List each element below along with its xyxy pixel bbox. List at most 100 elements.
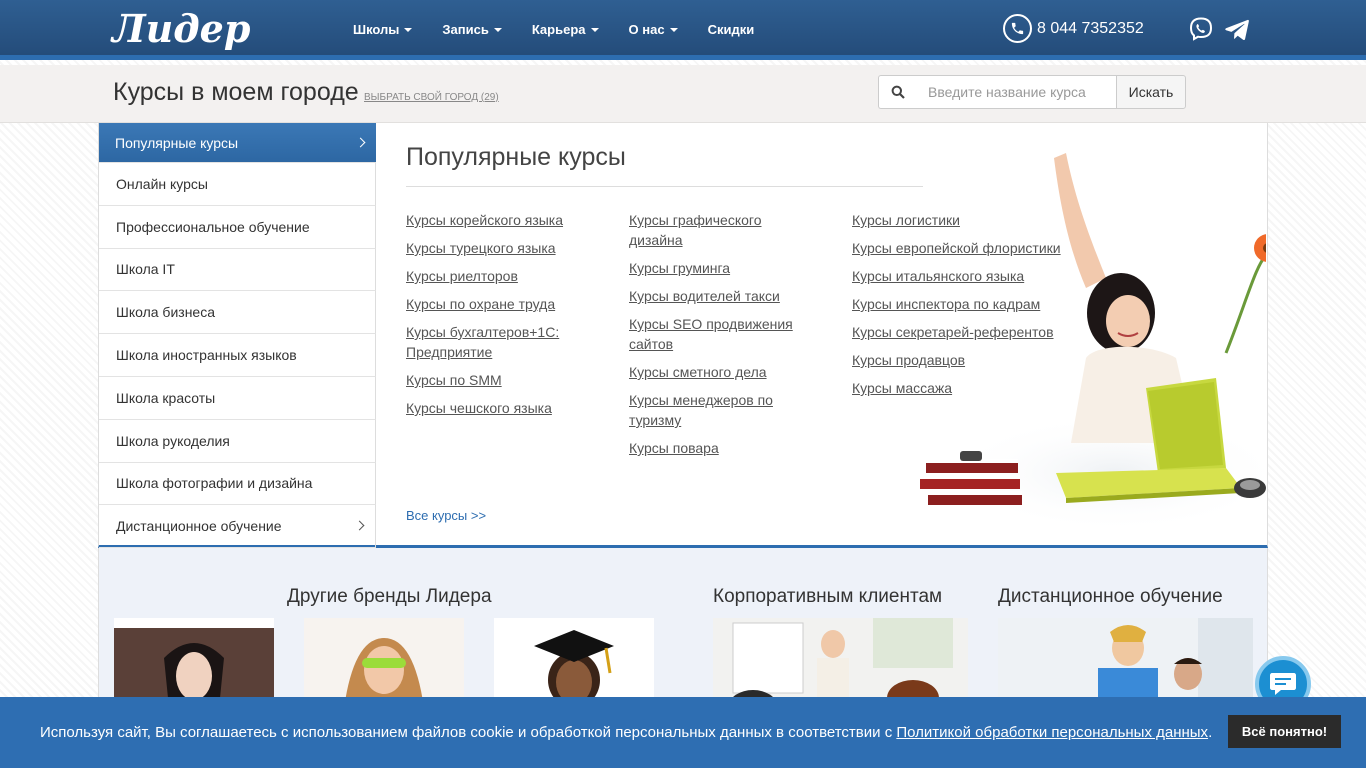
- caret-down-icon: [590, 28, 599, 32]
- page-title: Курсы в моем городе: [113, 78, 359, 106]
- course-column-1: Курсы корейского языка Курсы турецкого я…: [406, 210, 606, 426]
- course-link[interactable]: Курсы секретарей-референтов: [852, 322, 1092, 342]
- search-button[interactable]: Искать: [1116, 75, 1186, 109]
- nav-enroll[interactable]: Запись: [427, 0, 516, 60]
- course-link[interactable]: Курсы риелторов: [406, 266, 606, 286]
- site-logo[interactable]: Лидер: [112, 6, 250, 51]
- social-links: [1188, 16, 1250, 42]
- sidebar-item-label: Школа фотографии и дизайна: [116, 475, 313, 492]
- sidebar-item-label: Дистанционное обучение: [116, 518, 282, 535]
- caret-down-icon: [669, 28, 678, 32]
- brand-image-2: [304, 618, 464, 708]
- brands-title: Другие бренды Лидера: [287, 586, 492, 607]
- course-link[interactable]: Курсы по SMM: [406, 370, 606, 390]
- brand-thumb-1[interactable]: [114, 618, 274, 708]
- telegram-icon[interactable]: [1224, 16, 1250, 42]
- choose-city-link[interactable]: ВЫБРАТЬ СВОЙ ГОРОД (29): [364, 92, 499, 103]
- course-link[interactable]: Курсы турецкого языка: [406, 238, 606, 258]
- nav-discounts[interactable]: Скидки: [693, 0, 770, 60]
- all-courses-link[interactable]: Все курсы >>: [406, 508, 486, 523]
- sidebar-item-it[interactable]: Школа IT: [99, 248, 376, 292]
- city-bar: Курсы в моем городе ВЫБРАТЬ СВОЙ ГОРОД (…: [0, 65, 1366, 123]
- top-header: Лидер Школы Запись Карьера О нас Скидки …: [0, 0, 1366, 60]
- corporate-image: [713, 618, 968, 708]
- viber-icon[interactable]: [1188, 16, 1214, 42]
- course-link[interactable]: Курсы массажа: [852, 378, 1092, 398]
- sidebar-item-label: Школа красоты: [116, 389, 216, 406]
- course-link[interactable]: Курсы по охране труда: [406, 294, 606, 314]
- course-link[interactable]: Курсы бухгалтеров+1С: Предприятие: [406, 322, 576, 362]
- brand-image-3: [494, 618, 654, 708]
- caret-down-icon: [493, 28, 502, 32]
- course-link[interactable]: Курсы инспектора по кадрам: [852, 294, 1092, 314]
- search-input[interactable]: [916, 75, 1116, 109]
- cookie-text: Используя сайт, Вы соглашаетесь с исполь…: [40, 724, 1212, 741]
- course-link[interactable]: Курсы груминга: [629, 258, 819, 278]
- sidebar-item-label: Онлайн курсы: [116, 175, 208, 192]
- sidebar-item-photo-design[interactable]: Школа фотографии и дизайна: [99, 462, 376, 506]
- caret-down-icon: [404, 28, 413, 32]
- course-link[interactable]: Курсы корейского языка: [406, 210, 606, 230]
- course-link[interactable]: Курсы логистики: [852, 210, 1092, 230]
- course-link[interactable]: Курсы итальянского языка: [852, 266, 1092, 286]
- sidebar-item-languages[interactable]: Школа иностранных языков: [99, 334, 376, 377]
- corporate-thumb[interactable]: [713, 618, 968, 708]
- distance-thumb[interactable]: [998, 618, 1253, 708]
- main-nav: Школы Запись Карьера О нас Скидки: [338, 0, 769, 60]
- phone-contact[interactable]: 8 044 7352352: [1003, 14, 1144, 43]
- sidebar-item-label: Школа иностранных языков: [116, 347, 297, 364]
- cookie-period: .: [1208, 724, 1213, 741]
- sidebar-item-label: Популярные курсы: [115, 134, 239, 151]
- sidebar-item-label: Школа бизнеса: [116, 304, 215, 321]
- chevron-right-icon: [355, 137, 366, 147]
- sidebar: Популярные курсы Онлайн курсы Профессион…: [99, 123, 376, 549]
- title-divider: [406, 186, 923, 187]
- distance-image: [998, 618, 1253, 708]
- chevron-right-icon: [354, 520, 365, 531]
- cookie-accept-button[interactable]: Всё понятно!: [1228, 715, 1341, 748]
- nav-schools[interactable]: Школы: [338, 0, 427, 60]
- course-link[interactable]: Курсы сметного дела: [629, 362, 819, 382]
- nav-about[interactable]: О нас: [614, 0, 693, 60]
- sidebar-item-business[interactable]: Школа бизнеса: [99, 291, 376, 335]
- nav-career[interactable]: Карьера: [517, 0, 614, 60]
- nav-about-label: О нас: [628, 22, 665, 37]
- sidebar-item-beauty[interactable]: Школа красоты: [99, 376, 376, 420]
- phone-icon: [1003, 14, 1032, 43]
- main-panel: Популярные курсы Онлайн курсы Профессион…: [98, 123, 1268, 549]
- course-column-2: Курсы графического дизайна Курсы груминг…: [629, 210, 819, 466]
- section-title: Популярные курсы: [406, 143, 626, 171]
- sidebar-item-label: Профессиональное обучение: [116, 218, 310, 235]
- sidebar-item-label: Школа рукоделия: [116, 432, 230, 449]
- course-search: Искать: [878, 75, 1186, 109]
- sidebar-item-popular[interactable]: Популярные курсы: [99, 123, 376, 163]
- course-link[interactable]: Курсы продавцов: [852, 350, 1092, 370]
- sidebar-item-handicraft[interactable]: Школа рукоделия: [99, 419, 376, 463]
- privacy-policy-link[interactable]: Политикой обработки персональных данных: [896, 724, 1208, 741]
- courses-content: Популярные курсы Курсы корейского языка …: [406, 123, 1266, 545]
- sidebar-item-online[interactable]: Онлайн курсы: [99, 163, 376, 206]
- course-column-3: Курсы логистики Курсы европейской флорис…: [852, 210, 1092, 406]
- nav-discounts-label: Скидки: [707, 22, 755, 37]
- course-link[interactable]: Курсы повара: [629, 438, 819, 458]
- course-link[interactable]: Курсы графического дизайна: [629, 210, 779, 250]
- distance-title: Дистанционное обучение: [998, 586, 1223, 607]
- phone-number: 8 044 7352352: [1037, 19, 1144, 37]
- chat-icon: [1270, 673, 1296, 695]
- corporate-title: Корпоративным клиентам: [713, 586, 943, 607]
- course-link[interactable]: Курсы менеджеров по туризму: [629, 390, 789, 430]
- sidebar-item-distance[interactable]: Дистанционное обучение: [99, 505, 376, 549]
- course-link[interactable]: Курсы европейской флористики: [852, 238, 1092, 258]
- brand-image-1: [114, 628, 274, 708]
- course-link[interactable]: Курсы SEO продвижения сайтов: [629, 314, 809, 354]
- cookie-banner: Используя сайт, Вы соглашаетесь с исполь…: [0, 697, 1366, 768]
- cookie-message: Используя сайт, Вы соглашаетесь с исполь…: [40, 724, 893, 741]
- brand-thumb-2[interactable]: [304, 618, 464, 708]
- sidebar-item-professional[interactable]: Профессиональное обучение: [99, 205, 376, 249]
- course-link[interactable]: Курсы водителей такси: [629, 286, 819, 306]
- course-link[interactable]: Курсы чешского языка: [406, 398, 606, 418]
- brand-thumb-3[interactable]: [494, 618, 654, 708]
- sidebar-item-label: Школа IT: [116, 261, 175, 278]
- nav-schools-label: Школы: [353, 22, 400, 37]
- search-icon: [878, 75, 916, 109]
